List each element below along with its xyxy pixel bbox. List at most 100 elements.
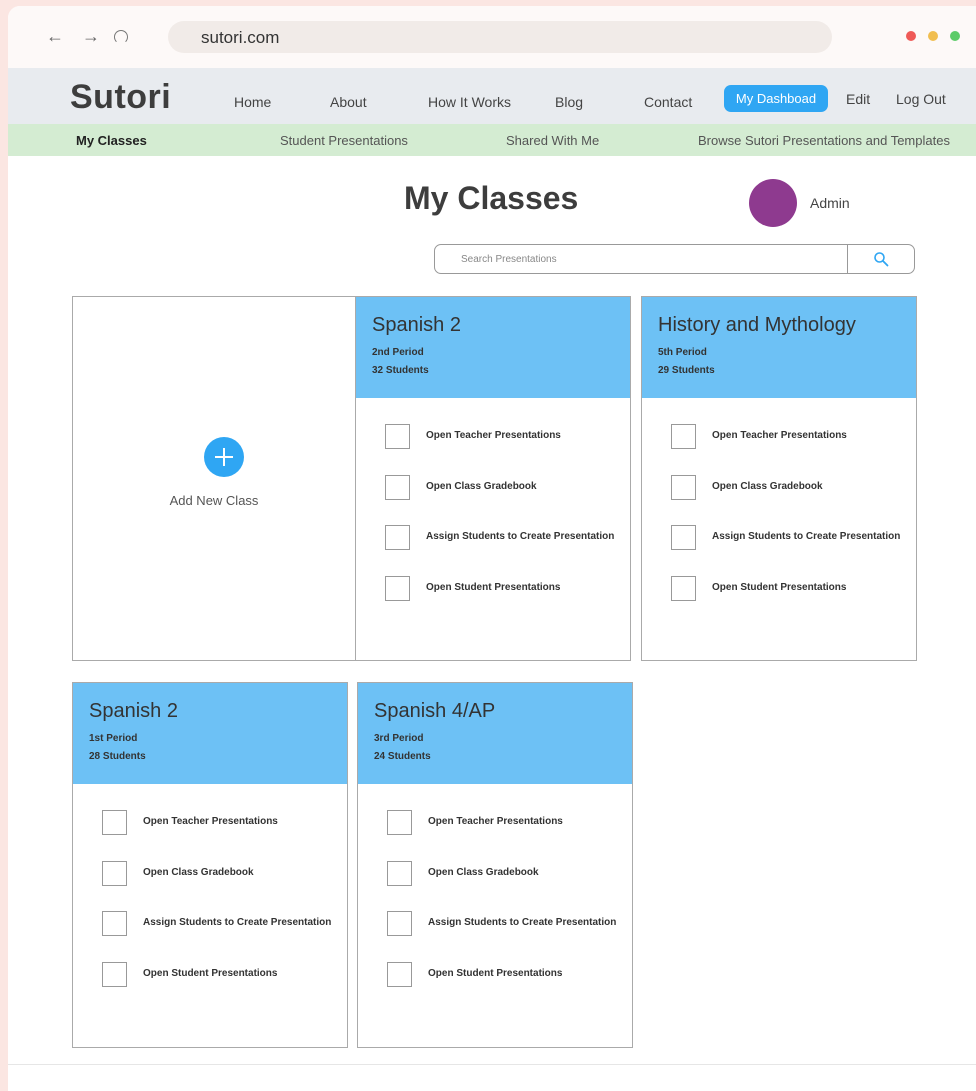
action-label: Assign Students to Create Presentation (428, 917, 617, 928)
search-icon (874, 252, 889, 267)
assign-students-action[interactable]: Assign Students to Create Presentation (102, 911, 342, 937)
subnav-student-presentations[interactable]: Student Presentations (280, 133, 408, 148)
my-dashboard-button[interactable]: My Dashboad (724, 85, 828, 112)
nav-how-it-works-link[interactable]: How It Works (428, 94, 511, 110)
action-label: Open Student Presentations (143, 968, 278, 979)
class-card-header[interactable]: History and Mythology 5th Period 29 Stud… (642, 297, 916, 398)
action-checkbox[interactable] (385, 475, 410, 500)
sutori-logo[interactable]: Sutori (70, 78, 171, 117)
class-student-count: 32 Students (372, 365, 429, 376)
action-label: Open Class Gradebook (712, 481, 823, 492)
class-name: Spanish 2 (89, 700, 178, 722)
action-label: Open Class Gradebook (426, 481, 537, 492)
class-period: 5th Period (658, 347, 707, 358)
action-checkbox[interactable] (102, 962, 127, 987)
action-checkbox[interactable] (102, 810, 127, 835)
open-class-gradebook-action[interactable]: Open Class Gradebook (102, 861, 342, 887)
browser-window: ← → sutori.com Sutori Home About How It … (8, 6, 976, 1091)
class-name: Spanish 4/AP (374, 700, 496, 722)
add-class-label: Add New Class (169, 493, 259, 508)
action-label: Open Teacher Presentations (712, 430, 847, 441)
nav-contact-link[interactable]: Contact (644, 94, 692, 110)
reload-icon[interactable] (114, 30, 128, 44)
class-card: Spanish 2 2nd Period 32 Students Open Te… (355, 296, 631, 661)
action-checkbox[interactable] (387, 861, 412, 886)
footer-divider (8, 1064, 976, 1065)
close-window-dot[interactable] (906, 31, 916, 41)
action-checkbox[interactable] (671, 576, 696, 601)
forward-arrow-icon[interactable]: → (82, 26, 100, 46)
action-label: Assign Students to Create Presentation (143, 917, 332, 928)
action-label: Open Class Gradebook (143, 867, 254, 878)
class-card: History and Mythology 5th Period 29 Stud… (641, 296, 917, 661)
action-label: Open Teacher Presentations (426, 430, 561, 441)
search-button[interactable] (848, 245, 914, 273)
class-card-header[interactable]: Spanish 2 2nd Period 32 Students (356, 297, 630, 398)
minimize-window-dot[interactable] (928, 31, 938, 41)
class-card-header[interactable]: Spanish 4/AP 3rd Period 24 Students (358, 683, 632, 784)
action-checkbox[interactable] (671, 424, 696, 449)
nav-about-link[interactable]: About (330, 94, 367, 110)
nav-blog-link[interactable]: Blog (555, 94, 583, 110)
maximize-window-dot[interactable] (950, 31, 960, 41)
assign-students-action[interactable]: Assign Students to Create Presentation (385, 525, 625, 551)
search-bar (434, 244, 915, 274)
avatar[interactable] (749, 179, 797, 227)
subnav-my-classes[interactable]: My Classes (76, 133, 147, 148)
class-period: 2nd Period (372, 347, 424, 358)
class-period: 1st Period (89, 733, 138, 744)
class-student-count: 29 Students (658, 365, 715, 376)
nav-home-link[interactable]: Home (234, 94, 271, 110)
open-student-presentations-action[interactable]: Open Student Presentations (671, 576, 911, 602)
add-class-card[interactable]: Add New Class (72, 296, 356, 661)
user-name[interactable]: Admin (810, 195, 850, 211)
open-class-gradebook-action[interactable]: Open Class Gradebook (671, 475, 911, 501)
action-label: Open Teacher Presentations (428, 816, 563, 827)
action-label: Open Student Presentations (428, 968, 563, 979)
edit-link[interactable]: Edit (846, 91, 870, 107)
action-label: Open Student Presentations (426, 582, 561, 593)
action-checkbox[interactable] (387, 962, 412, 987)
open-student-presentations-action[interactable]: Open Student Presentations (102, 962, 342, 988)
address-bar[interactable]: sutori.com (168, 21, 832, 53)
subnav-browse-templates[interactable]: Browse Sutori Presentations and Template… (698, 133, 950, 148)
action-label: Open Student Presentations (712, 582, 847, 593)
class-card-header[interactable]: Spanish 2 1st Period 28 Students (73, 683, 347, 784)
open-class-gradebook-action[interactable]: Open Class Gradebook (387, 861, 627, 887)
assign-students-action[interactable]: Assign Students to Create Presentation (387, 911, 627, 937)
search-input[interactable] (441, 249, 841, 269)
action-checkbox[interactable] (387, 911, 412, 936)
action-checkbox[interactable] (385, 424, 410, 449)
action-checkbox[interactable] (102, 861, 127, 886)
plus-circle-icon[interactable] (204, 437, 244, 477)
open-student-presentations-action[interactable]: Open Student Presentations (385, 576, 625, 602)
url-text: sutori.com (201, 28, 280, 47)
action-label: Assign Students to Create Presentation (426, 531, 615, 542)
action-checkbox[interactable] (102, 911, 127, 936)
class-name: History and Mythology (658, 314, 856, 336)
page-title: My Classes (404, 180, 579, 216)
open-class-gradebook-action[interactable]: Open Class Gradebook (385, 475, 625, 501)
action-checkbox[interactable] (385, 525, 410, 550)
class-card: Spanish 2 1st Period 28 Students Open Te… (72, 682, 348, 1048)
action-checkbox[interactable] (671, 525, 696, 550)
action-label: Open Class Gradebook (428, 867, 539, 878)
action-label: Assign Students to Create Presentation (712, 531, 901, 542)
subnav-shared-with-me[interactable]: Shared With Me (506, 133, 599, 148)
class-student-count: 24 Students (374, 751, 431, 762)
browser-toolbar: ← → sutori.com (8, 6, 976, 68)
open-teacher-presentations-action[interactable]: Open Teacher Presentations (102, 810, 342, 836)
back-arrow-icon[interactable]: ← (46, 26, 64, 46)
action-checkbox[interactable] (385, 576, 410, 601)
action-label: Open Teacher Presentations (143, 816, 278, 827)
log-out-link[interactable]: Log Out (896, 91, 946, 107)
assign-students-action[interactable]: Assign Students to Create Presentation (671, 525, 911, 551)
open-teacher-presentations-action[interactable]: Open Teacher Presentations (385, 424, 625, 450)
open-student-presentations-action[interactable]: Open Student Presentations (387, 962, 627, 988)
action-checkbox[interactable] (671, 475, 696, 500)
open-teacher-presentations-action[interactable]: Open Teacher Presentations (387, 810, 627, 836)
open-teacher-presentations-action[interactable]: Open Teacher Presentations (671, 424, 911, 450)
action-checkbox[interactable] (387, 810, 412, 835)
class-card: Spanish 4/AP 3rd Period 24 Students Open… (357, 682, 633, 1048)
class-name: Spanish 2 (372, 314, 461, 336)
